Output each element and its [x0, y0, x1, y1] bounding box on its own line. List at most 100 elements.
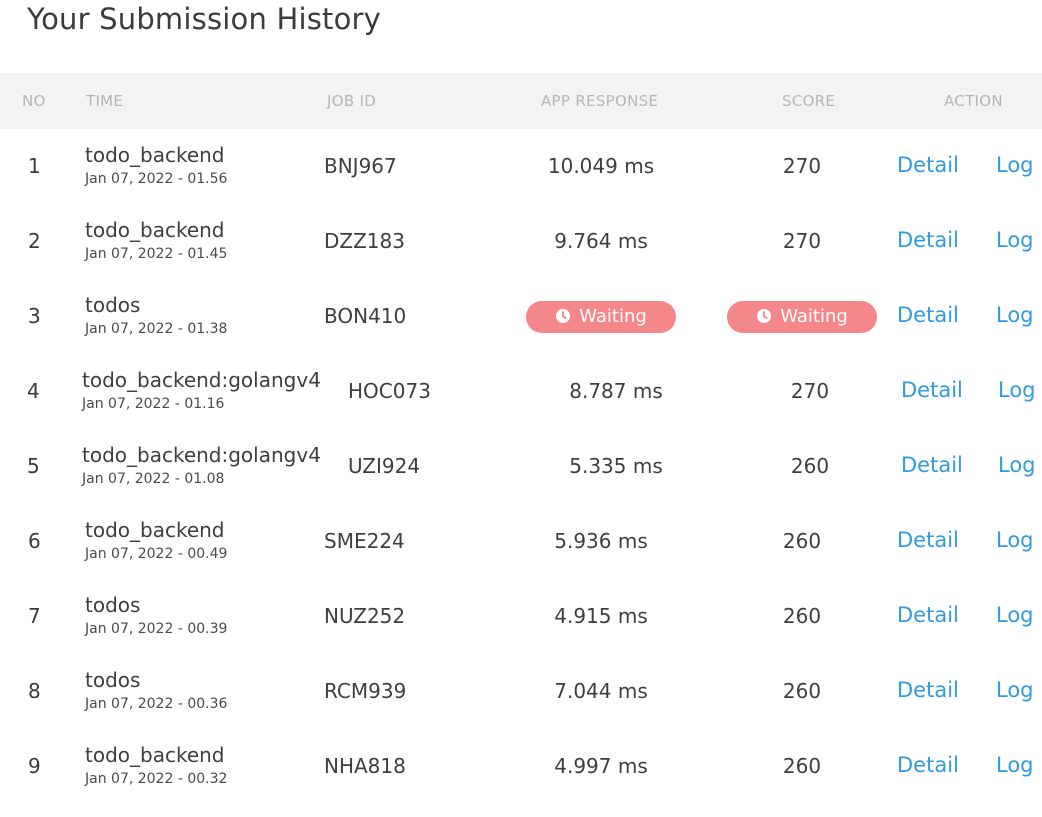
time-cell: todo_backend:golangv4 Jan 07, 2022 - 01.0… [82, 442, 321, 490]
row-number: 5 [27, 454, 40, 478]
app-response: 4.915 ms [554, 604, 648, 628]
submission-name: todo_backend [85, 518, 225, 542]
score: 270 [782, 229, 822, 253]
waiting-label: Waiting [579, 306, 647, 327]
job-id: HOC073 [348, 379, 431, 403]
score: 260 [782, 604, 822, 628]
score: 260 [782, 529, 822, 553]
app-response: 9.764 ms [554, 229, 648, 253]
header-score: SCORE [782, 92, 836, 110]
detail-link[interactable]: Detail [897, 153, 959, 177]
header-job-id: JOB ID [327, 92, 377, 110]
table-header: NO TIME JOB ID APP RESPONSE SCORE ACTION [0, 73, 1042, 129]
row-number: 9 [28, 754, 41, 778]
score: 270 [790, 379, 830, 403]
table-row: 9 todo_backend Jan 07, 2022 - 00.32 NHA818 4… [0, 729, 1042, 804]
submission-history-table: NO TIME JOB ID APP RESPONSE SCORE ACTION… [0, 73, 1042, 804]
submission-date: Jan 07, 2022 - 00.49 [85, 546, 228, 562]
row-number: 8 [28, 679, 41, 703]
detail-link[interactable]: Detail [897, 678, 959, 702]
waiting-label: Waiting [780, 306, 848, 327]
table-row: 6 todo_backend Jan 07, 2022 - 00.49 SME224 5… [0, 504, 1042, 579]
waiting-badge: Waiting [526, 301, 676, 333]
submission-name: todo_backend:golangv4 [82, 443, 321, 467]
submission-date: Jan 07, 2022 - 00.32 [85, 771, 228, 787]
header-time: TIME [86, 92, 124, 110]
detail-link[interactable]: Detail [901, 453, 963, 477]
log-link[interactable]: Log [996, 228, 1034, 252]
header-no: NO [22, 92, 46, 110]
table-body: 1 todo_backend Jan 07, 2022 - 01.56 BNJ967 1… [0, 129, 1042, 804]
job-id: NUZ252 [324, 604, 406, 628]
submission-date: Jan 07, 2022 - 01.45 [85, 246, 228, 262]
header-app-response: APP RESPONSE [541, 92, 659, 110]
header-action: ACTION [944, 92, 1003, 110]
log-link[interactable]: Log [996, 153, 1034, 177]
score: 260 [790, 454, 830, 478]
time-cell: todos Jan 07, 2022 - 00.36 [85, 667, 227, 715]
job-id: NHA818 [324, 754, 406, 778]
job-id: DZZ183 [324, 229, 405, 253]
detail-link[interactable]: Detail [897, 603, 959, 627]
submission-date: Jan 07, 2022 - 01.08 [82, 471, 225, 487]
score: 260 [782, 679, 822, 703]
waiting-badge: Waiting [727, 301, 877, 333]
log-link[interactable]: Log [998, 378, 1036, 402]
table-row: 5 todo_backend:golangv4 Jan 07, 2022 - 01.… [0, 429, 1042, 504]
time-cell: todo_backend Jan 07, 2022 - 01.56 [85, 142, 227, 190]
job-id: RCM939 [324, 679, 407, 703]
detail-link[interactable]: Detail [901, 378, 963, 402]
submission-name: todo_backend [85, 143, 225, 167]
row-number: 6 [28, 529, 41, 553]
app-response: 8.787 ms [569, 379, 663, 403]
submission-name: todo_backend [85, 743, 225, 767]
detail-link[interactable]: Detail [897, 303, 959, 327]
table-row: 1 todo_backend Jan 07, 2022 - 01.56 BNJ967 1… [0, 129, 1042, 204]
log-link[interactable]: Log [996, 678, 1034, 702]
job-id: UZI924 [348, 454, 421, 478]
submission-date: Jan 07, 2022 - 01.38 [85, 321, 228, 337]
log-link[interactable]: Log [996, 753, 1034, 777]
submission-date: Jan 07, 2022 - 00.39 [85, 621, 228, 637]
table-row: 3 todos Jan 07, 2022 - 01.38 BON410 Waiting W… [0, 279, 1042, 354]
row-number: 7 [28, 604, 41, 628]
table-row: 8 todos Jan 07, 2022 - 00.36 RCM939 7.044 ms… [0, 654, 1042, 729]
app-response: 4.997 ms [554, 754, 648, 778]
job-id: SME224 [324, 529, 405, 553]
time-cell: todo_backend Jan 07, 2022 - 01.45 [85, 217, 227, 265]
row-number: 1 [28, 154, 41, 178]
row-number: 4 [27, 379, 40, 403]
detail-link[interactable]: Detail [897, 753, 959, 777]
time-cell: todos Jan 07, 2022 - 00.39 [85, 592, 227, 640]
submission-name: todo_backend:golangv4 [82, 368, 321, 392]
submission-date: Jan 07, 2022 - 01.56 [85, 171, 228, 187]
submission-date: Jan 07, 2022 - 00.36 [85, 696, 228, 712]
job-id: BON410 [324, 304, 407, 328]
row-number: 3 [28, 304, 41, 328]
row-number: 2 [28, 229, 41, 253]
log-link[interactable]: Log [996, 528, 1034, 552]
log-link[interactable]: Log [998, 453, 1036, 477]
clock-icon [555, 303, 571, 323]
app-response: 5.335 ms [569, 454, 663, 478]
detail-link[interactable]: Detail [897, 528, 959, 552]
table-row: 2 todo_backend Jan 07, 2022 - 01.45 DZZ183 9… [0, 204, 1042, 279]
detail-link[interactable]: Detail [897, 228, 959, 252]
time-cell: todo_backend Jan 07, 2022 - 00.32 [85, 742, 227, 790]
submission-name: todos [85, 668, 141, 692]
time-cell: todo_backend Jan 07, 2022 - 00.49 [85, 517, 227, 565]
table-row: 7 todos Jan 07, 2022 - 00.39 NUZ252 4.915 ms… [0, 579, 1042, 654]
time-cell: todos Jan 07, 2022 - 01.38 [85, 292, 227, 340]
page-title: Your Submission History [27, 2, 382, 36]
submission-name: todos [85, 293, 141, 317]
time-cell: todo_backend:golangv4 Jan 07, 2022 - 01.1… [82, 367, 321, 415]
log-link[interactable]: Log [996, 603, 1034, 627]
app-response: 10.049 ms [547, 154, 655, 178]
table-row: 4 todo_backend:golangv4 Jan 07, 2022 - 01.… [0, 354, 1042, 429]
log-link[interactable]: Log [996, 303, 1034, 327]
app-response: 7.044 ms [554, 679, 648, 703]
job-id: BNJ967 [324, 154, 397, 178]
submission-name: todos [85, 593, 141, 617]
app-response: 5.936 ms [554, 529, 648, 553]
submission-name: todo_backend [85, 218, 225, 242]
